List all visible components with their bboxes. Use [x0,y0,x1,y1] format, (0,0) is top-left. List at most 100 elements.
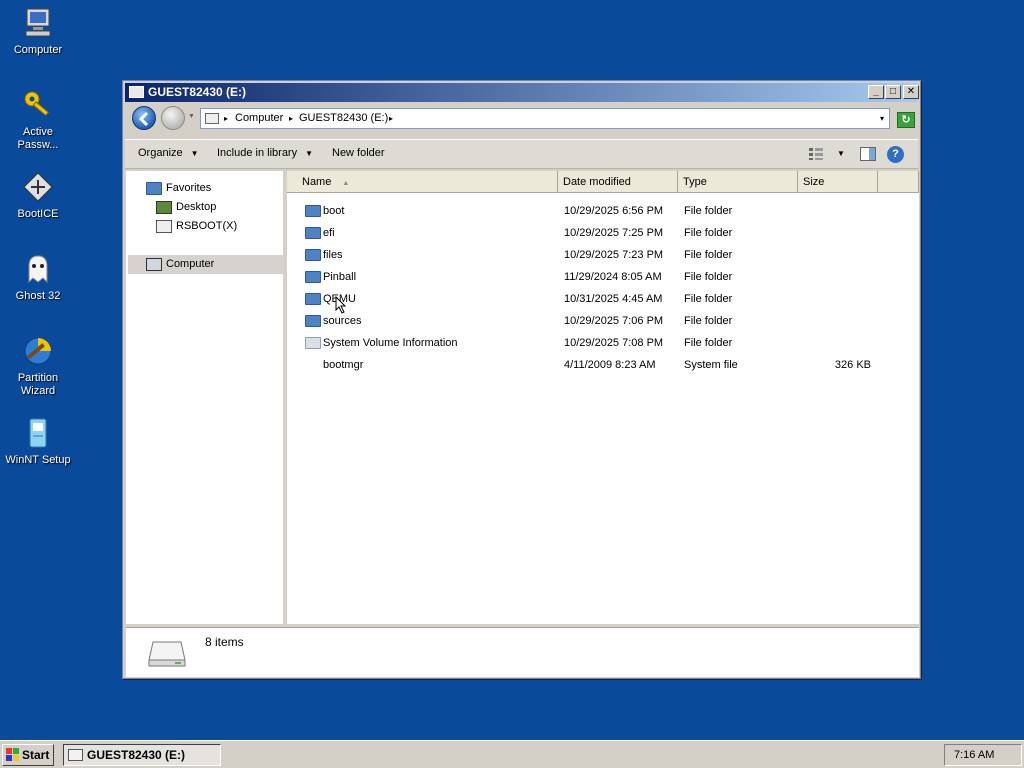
ghost-icon [21,252,55,286]
address-dropdown-icon[interactable]: ▾ [875,108,889,129]
file-date: 11/29/2024 8:05 AM [564,271,662,283]
file-date: 10/31/2025 4:45 AM [564,293,663,305]
caret-icon: ▼ [305,149,314,158]
file-date: 4/11/2009 8:23 AM [564,359,656,371]
file-row[interactable]: files 10/29/2025 7:23 PM File folder [287,244,919,266]
file-row[interactable]: System Volume Information 10/29/2025 7:0… [287,332,919,354]
crumb-separator-icon[interactable]: ▸ [289,109,293,128]
back-button[interactable] [132,106,156,130]
windows-flag-icon [6,748,19,761]
file-type: File folder [684,227,733,239]
drive-icon [147,638,187,668]
computer-icon [21,6,55,40]
close-button[interactable]: ✕ [903,85,919,99]
start-button[interactable]: Start [2,744,54,766]
address-field[interactable]: ▸ Computer ▸ GUEST82430 (E:) ▸ ▾ [200,108,890,129]
column-header-name[interactable]: Name ▲ [287,171,558,193]
file-name: efi [323,227,335,239]
computer-crumb-icon [205,113,219,124]
file-type: File folder [684,271,733,283]
folder-icon [305,271,321,283]
column-header-empty [878,171,919,193]
system-tray: 7:16 AM [944,744,1022,766]
file-type: File folder [684,337,733,349]
drive-window-icon [129,86,144,98]
file-row[interactable]: efi 10/29/2025 7:25 PM File folder [287,222,919,244]
include-in-library-label: Include in library [217,147,298,159]
desktop-icon-winnt-setup[interactable]: WinNT Setup [4,416,72,467]
file-type: File folder [684,205,733,217]
desktop-icon-ghost32[interactable]: Ghost 32 [4,252,72,303]
file-date: 10/29/2025 6:56 PM [564,205,664,217]
file-row[interactable]: boot 10/29/2025 6:56 PM File folder [287,200,919,222]
taskbar-window-button[interactable]: GUEST82430 (E:) [63,744,221,766]
command-bar: Organize ▼ Include in library ▼ New folder… [125,139,918,169]
breadcrumb-computer[interactable]: Computer [235,109,283,128]
new-folder-button[interactable]: New folder [332,147,385,159]
drive-icon [156,220,172,233]
title-bar[interactable]: GUEST82430 (E:) _ □ ✕ [125,83,919,102]
file-date: 10/29/2025 7:06 PM [564,315,664,327]
desktop-icon-bootice[interactable]: BootICE [4,170,72,221]
file-type: File folder [684,249,733,261]
desktop-icon-label: Ghost 32 [15,290,61,302]
window-title: GUEST82430 (E:) [148,85,247,99]
file-name: files [323,249,343,261]
view-dropdown-icon[interactable]: ▼ [837,149,845,158]
desktop-folder-icon [156,201,172,214]
desktop-icon-partition-wizard[interactable]: Partition Wizard [4,334,72,398]
forward-button[interactable] [161,106,185,130]
file-date: 10/29/2025 7:23 PM [564,249,664,261]
preview-pane-icon[interactable] [860,147,876,161]
details-pane: 8 items [126,627,919,677]
mouse-cursor-icon [335,296,347,314]
file-name: boot [323,205,345,217]
key-icon [21,88,55,122]
include-in-library-menu[interactable]: Include in library ▼ [217,147,313,159]
file-date: 10/29/2025 7:25 PM [564,227,664,239]
partition-wizard-icon [21,334,55,368]
file-row[interactable]: Pinball 11/29/2024 8:05 AM File folder [287,266,919,288]
sort-ascending-icon: ▲ [342,180,350,187]
system-folder-icon [305,337,321,349]
winnt-setup-icon [21,416,55,450]
file-type: File folder [684,293,733,305]
bootice-icon [21,170,55,204]
desktop-icon-label: WinNT Setup [5,454,71,466]
refresh-button[interactable]: ↻ [897,112,915,128]
start-label: Start [22,748,50,762]
file-row[interactable]: bootmgr 4/11/2009 8:23 AM System file 32… [287,354,919,376]
folder-icon [305,249,321,261]
folder-icon [305,315,321,327]
crumb-separator-icon[interactable]: ▸ [224,109,228,128]
breadcrumb-drive[interactable]: GUEST82430 (E:) [299,109,388,128]
recent-pages-chevron-icon[interactable]: ▼ [188,113,195,120]
taskbar-window-label: GUEST82430 (E:) [87,748,186,762]
column-header-type[interactable]: Type [678,171,798,193]
caret-icon: ▼ [190,149,199,158]
clock[interactable]: 7:16 AM [954,749,994,761]
organize-menu[interactable]: Organize ▼ [138,147,199,159]
column-header-size[interactable]: Size [798,171,878,193]
maximize-button[interactable]: □ [885,85,901,99]
desktop-icon-active-password[interactable]: Active Passw... [4,88,72,152]
desktop-icon-label: Computer [13,44,63,56]
folder-icon [305,293,321,305]
computer-icon [146,258,162,271]
item-count: 8 items [205,635,244,649]
column-header-date-modified[interactable]: Date modified [558,171,678,193]
help-icon[interactable]: ? [887,146,904,163]
view-options-icon[interactable] [808,147,824,161]
crumb-separator-icon[interactable]: ▸ [389,109,393,128]
taskbar: Start GUEST82430 (E:) 7:16 AM [0,740,1024,768]
file-row[interactable]: QEMU 10/31/2025 4:45 AM File folder [287,288,919,310]
desktop-icon-label: Active Passw... [17,126,59,151]
desktop-icon-computer[interactable]: Computer [4,6,72,57]
minimize-button[interactable]: _ [868,85,884,99]
nav-computer-label: Computer [166,258,215,270]
back-arrow-icon [138,111,149,127]
file-date: 10/29/2025 7:08 PM [564,337,664,349]
file-name: bootmgr [323,359,364,371]
file-row[interactable]: sources 10/29/2025 7:06 PM File folder [287,310,919,332]
desktop-icon-label: BootICE [17,208,59,220]
